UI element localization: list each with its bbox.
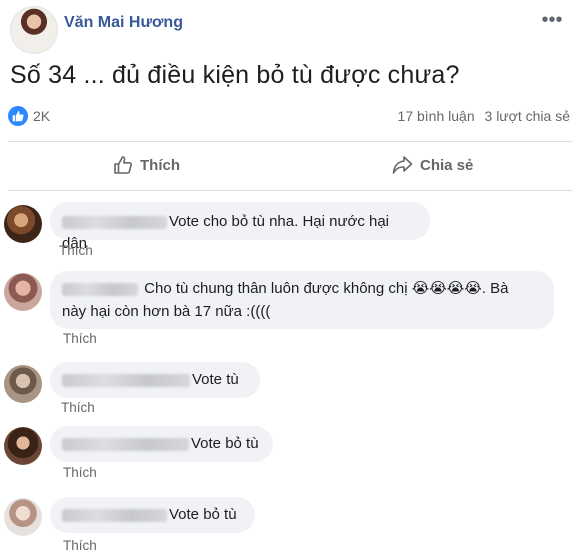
comment-count[interactable]: 17 bình luận	[398, 108, 475, 124]
commenter-name-blurred[interactable]	[62, 373, 190, 387]
share-count[interactable]: 3 lượt chia sẻ	[485, 108, 570, 124]
share-icon	[392, 156, 413, 174]
author-name[interactable]: Văn Mai Hương	[64, 14, 183, 32]
post-stats: 2K 17 bình luận 3 lượt chia sẻ	[8, 106, 572, 128]
comment-bubble: Vote tù	[50, 362, 260, 398]
comment-text: Vote tù	[192, 371, 239, 388]
commenter-avatar[interactable]	[4, 273, 42, 311]
commenter-avatar[interactable]	[4, 427, 42, 465]
comment-like-link[interactable]: Thích	[63, 331, 97, 346]
commenter-avatar[interactable]	[4, 498, 42, 536]
post-text: Số 34 ... đủ điều kiện bỏ tù được chưa?	[10, 61, 460, 89]
comment-bubble: Vote bỏ tù	[50, 497, 255, 533]
like-reaction-icon[interactable]	[8, 106, 28, 126]
comment-like-link[interactable]: Thích	[63, 538, 97, 553]
divider	[8, 141, 572, 142]
commenter-avatar[interactable]	[4, 365, 42, 403]
comment-text-line2: này hại còn hơn bà 17 nữa :((((	[62, 303, 271, 320]
author-avatar[interactable]	[10, 6, 58, 54]
comment-like-link[interactable]: Thích	[63, 465, 97, 480]
commenter-name-blurred[interactable]	[62, 437, 189, 451]
comment-like-link[interactable]: Thích	[59, 243, 93, 258]
commenter-name-blurred[interactable]	[62, 282, 138, 296]
comment-text-line1: Cho tù chung thân luôn được không chị 😭😭…	[144, 280, 509, 297]
comment-bubble: Vote bỏ tù	[50, 426, 273, 462]
comment-bubble: Cho tù chung thân luôn được không chị 😭😭…	[50, 271, 554, 329]
comment-bubble: Vote cho bỏ tù nha. Hại nước hại dân	[50, 202, 430, 252]
post-header: Văn Mai Hương •••	[10, 6, 570, 54]
share-button-label: Chia sẻ	[420, 156, 474, 174]
more-options-icon[interactable]: •••	[540, 8, 564, 32]
like-button-label: Thích	[140, 156, 180, 174]
comment-text: Vote bỏ tù	[191, 435, 259, 452]
commenter-avatar[interactable]	[4, 205, 42, 243]
stats-right: 17 bình luận 3 lượt chia sẻ	[392, 108, 570, 124]
comment-text: Vote bỏ tù	[169, 506, 237, 523]
share-button[interactable]: Chia sẻ	[392, 151, 473, 179]
divider	[8, 190, 572, 191]
comment-like-link[interactable]: Thích	[61, 400, 95, 415]
reaction-count[interactable]: 2K	[33, 108, 50, 124]
commenter-name-blurred[interactable]	[62, 215, 167, 229]
like-button[interactable]: Thích	[113, 151, 180, 179]
commenter-name-blurred[interactable]	[62, 508, 167, 522]
thumbs-up-icon	[114, 156, 132, 174]
